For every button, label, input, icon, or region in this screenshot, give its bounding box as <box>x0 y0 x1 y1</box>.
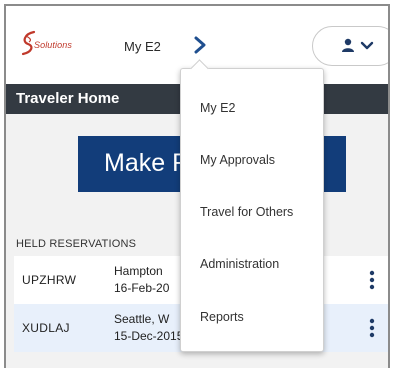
reservation-dates: 16-Feb-20 <box>114 281 170 295</box>
menu-item-travel-for-others[interactable]: Travel for Others <box>200 205 293 219</box>
logo-text: Solutions <box>34 40 72 50</box>
user-menu-button[interactable] <box>312 26 388 66</box>
held-reservations-heading: HELD RESERVATIONS <box>16 238 137 250</box>
menu-item-my-approvals[interactable]: My Approvals <box>200 153 275 167</box>
menu-item-administration[interactable]: Administration <box>200 257 279 271</box>
page-title: Traveler Home <box>16 90 120 107</box>
chevron-down-icon <box>360 41 374 50</box>
app-window: Solutions My E2 Traveler Home Make Reser… <box>4 4 390 368</box>
app-name-link[interactable]: My E2 <box>124 39 161 54</box>
nav-dropdown-menu: My E2 My Approvals Travel for Others Adm… <box>180 59 324 352</box>
reservation-code: UPZHRW <box>22 273 77 287</box>
more-options-icon[interactable] <box>366 269 378 291</box>
reservation-location: Hampton <box>114 264 163 278</box>
reservation-location: Seattle, W <box>114 312 170 326</box>
menu-item-my-e2[interactable]: My E2 <box>200 101 235 115</box>
chevron-right-icon[interactable] <box>190 34 210 56</box>
company-logo[interactable]: Solutions <box>20 28 100 68</box>
menu-item-reports[interactable]: Reports <box>200 310 244 324</box>
more-options-icon[interactable] <box>366 317 378 339</box>
reservation-code: XUDLAJ <box>22 321 70 335</box>
person-icon <box>342 38 354 52</box>
